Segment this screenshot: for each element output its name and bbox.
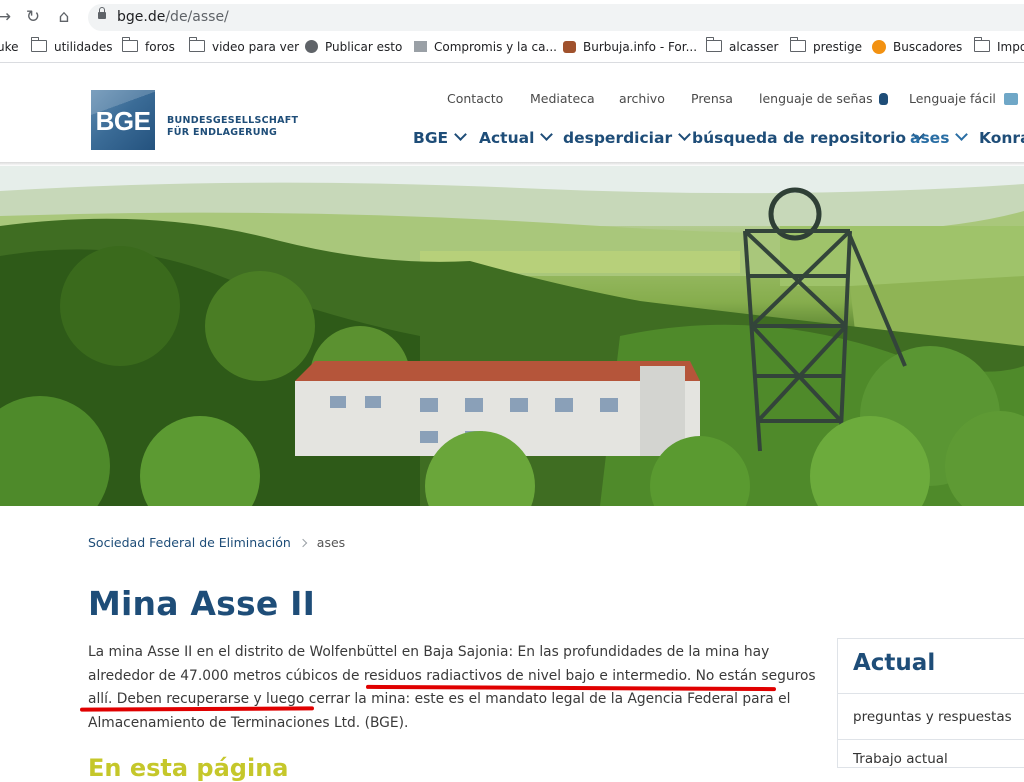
- globe-icon: [305, 40, 318, 53]
- bookmark-item[interactable]: prestige: [789, 37, 862, 54]
- utility-link-press[interactable]: Prensa: [691, 91, 733, 106]
- bookmark-item[interactable]: foros: [121, 37, 175, 54]
- folder-icon: [30, 37, 47, 52]
- breadcrumb-home-link[interactable]: Sociedad Federal de Eliminación: [88, 535, 291, 550]
- bookmark-item[interactable]: Compromis y la ca...: [414, 40, 557, 54]
- hero-image: [0, 166, 1024, 506]
- divider: [838, 693, 1024, 694]
- utility-link-sign-language[interactable]: lenguaje de señas: [759, 91, 888, 106]
- sidebar-title: Actual: [853, 650, 936, 676]
- folder-icon: [121, 37, 138, 52]
- bookmarks-bar: uke utilidades foros video para ver Publ…: [0, 34, 1024, 63]
- utility-link-media[interactable]: Mediateca: [530, 91, 595, 106]
- bookmark-item[interactable]: video para ver: [188, 37, 299, 54]
- section-heading: En esta página: [88, 754, 289, 782]
- reload-icon[interactable]: ↻: [23, 7, 43, 27]
- breadcrumb-current: ases: [316, 535, 346, 550]
- nav-item-konra[interactable]: Konra: [979, 129, 1024, 147]
- nav-item-bge[interactable]: BGE: [413, 128, 467, 147]
- bookmark-item[interactable]: Buscadores: [872, 40, 962, 54]
- bookmark-item[interactable]: uke: [0, 40, 19, 54]
- nav-item-repositorio[interactable]: búsqueda de repositorio: [692, 128, 925, 147]
- utility-link-contact[interactable]: Contacto: [447, 91, 503, 106]
- lock-icon: [98, 7, 106, 19]
- bookmark-item[interactable]: Impo: [973, 37, 1024, 54]
- bookmark-item[interactable]: alcasser: [705, 37, 778, 54]
- bge-logo[interactable]: BGE: [91, 90, 155, 150]
- browser-toolbar: → ↻ ⌂ bge.de/de/asse/: [0, 0, 1024, 34]
- utility-link-archive[interactable]: archivo: [619, 91, 665, 106]
- sidebar-actual: Actual preguntas y respuestas Trabajo ac…: [837, 638, 1024, 768]
- chevron-down-icon: [678, 128, 691, 141]
- chevron-down-icon: [454, 128, 467, 141]
- home-icon[interactable]: ⌂: [54, 7, 74, 27]
- site-favicon-icon: [563, 41, 576, 53]
- chevron-down-icon: [540, 128, 554, 141]
- sidebar-item-faq[interactable]: preguntas y respuestas: [853, 709, 1012, 725]
- utility-link-easy-language[interactable]: Lenguaje fácil: [909, 91, 1018, 106]
- hand-icon: [878, 93, 888, 105]
- sidebar-item-current-work[interactable]: Trabajo actual: [853, 751, 948, 767]
- bookmark-item[interactable]: Publicar esto: [305, 40, 402, 54]
- chevron-right-icon: [298, 538, 308, 548]
- site-favicon-icon: [414, 41, 427, 52]
- site-favicon-icon: [872, 40, 886, 54]
- chevron-down-icon: [955, 128, 969, 141]
- nav-item-desperdiciar[interactable]: desperdiciar: [563, 128, 691, 147]
- divider: [838, 739, 1024, 740]
- logo-caption: BUNDESGESELLSCHAFT FÜR ENDLAGERUNG: [167, 115, 299, 138]
- back-arrow-icon[interactable]: →: [0, 7, 14, 27]
- site-header: BGE BUNDESGESELLSCHAFT FÜR ENDLAGERUNG C…: [0, 63, 1024, 162]
- nav-item-actual[interactable]: Actual: [479, 128, 554, 147]
- breadcrumb: Sociedad Federal de Eliminación ases: [88, 535, 345, 550]
- nav-item-ases[interactable]: ases: [910, 128, 969, 147]
- folder-icon: [705, 37, 722, 52]
- easy-language-icon: [1003, 93, 1018, 105]
- bookmark-item[interactable]: Burbuja.info - For...: [563, 40, 697, 54]
- folder-icon: [188, 37, 205, 52]
- bookmark-item[interactable]: utilidades: [30, 37, 113, 54]
- url-text: bge.de/de/asse/: [117, 9, 229, 25]
- folder-icon: [973, 37, 990, 52]
- address-bar[interactable]: bge.de/de/asse/: [88, 4, 1024, 31]
- page-title: Mina Asse II: [88, 584, 316, 623]
- folder-icon: [789, 37, 806, 52]
